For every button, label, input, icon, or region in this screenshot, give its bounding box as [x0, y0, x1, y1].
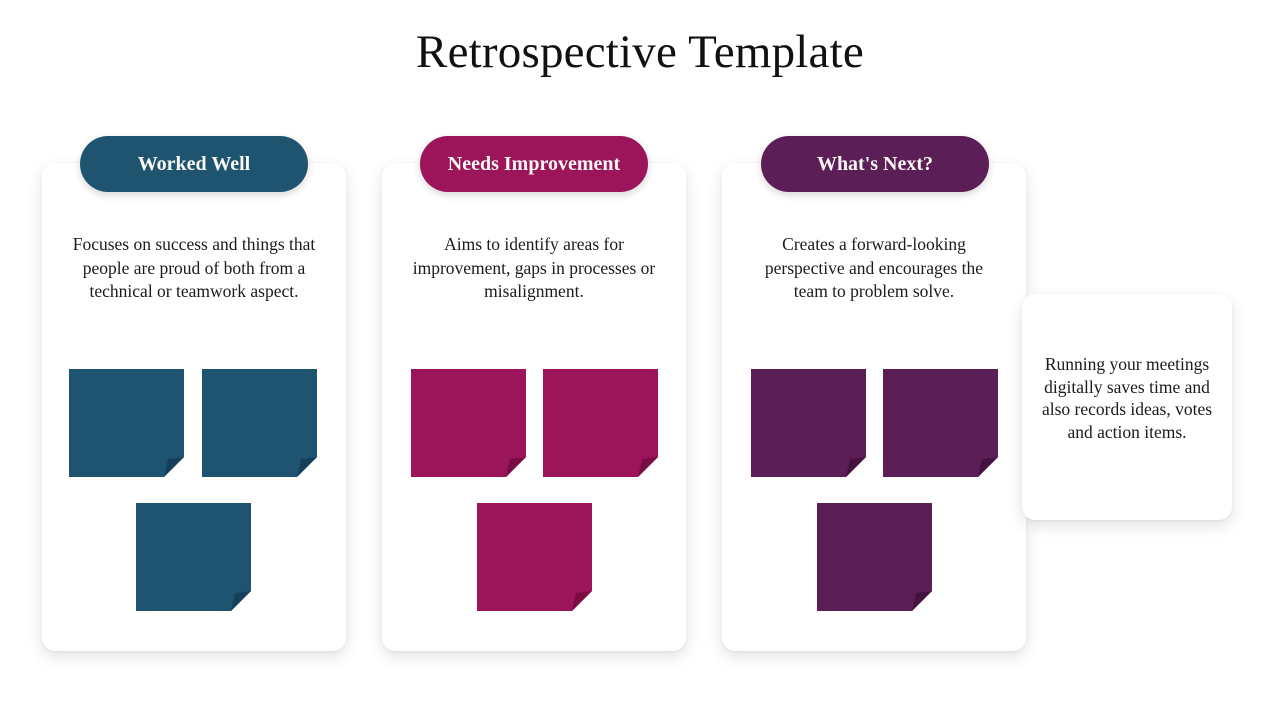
- sticky-note-icon: [817, 503, 932, 611]
- sticky-note-icon: [202, 369, 317, 477]
- sticky-note-icon: [477, 503, 592, 611]
- sticky-note[interactable]: [69, 369, 184, 477]
- sticky-note-icon: [136, 503, 251, 611]
- sticky-note[interactable]: [477, 503, 592, 611]
- card-description-worked-well: Focuses on success and things that peopl…: [72, 234, 316, 301]
- sticky-note-body: [543, 369, 658, 477]
- sticky-note-body: [69, 369, 184, 477]
- header-pill-whats-next[interactable]: What's Next?: [761, 136, 989, 192]
- page-title: Retrospective Template: [416, 26, 864, 78]
- sticky-note-icon: [883, 369, 998, 477]
- card-description-whats-next: Creates a forward-looking perspective an…: [764, 234, 984, 301]
- sticky-note-body: [477, 503, 592, 611]
- header-pill-label-whats-next: What's Next?: [816, 152, 934, 175]
- slide-canvas: Retrospective Template Running your meet…: [0, 0, 1280, 720]
- side-note-text: Running your meetings digitally saves ti…: [1041, 354, 1213, 442]
- sticky-note[interactable]: [202, 369, 317, 477]
- sticky-note-body: [202, 369, 317, 477]
- sticky-note-icon: [751, 369, 866, 477]
- card-description-needs-improvement: Aims to identify areas for improvement, …: [412, 234, 656, 301]
- sticky-note-body: [411, 369, 526, 477]
- sticky-note-body: [751, 369, 866, 477]
- sticky-note[interactable]: [883, 369, 998, 477]
- sticky-note[interactable]: [817, 503, 932, 611]
- sticky-note[interactable]: [751, 369, 866, 477]
- sticky-note-icon: [69, 369, 184, 477]
- header-pill-worked-well[interactable]: Worked Well: [80, 136, 308, 192]
- sticky-note-body: [883, 369, 998, 477]
- sticky-note[interactable]: [543, 369, 658, 477]
- sticky-note[interactable]: [411, 369, 526, 477]
- sticky-note[interactable]: [136, 503, 251, 611]
- sticky-note-body: [817, 503, 932, 611]
- header-pill-label-worked-well: Worked Well: [137, 152, 251, 175]
- sticky-note-icon: [543, 369, 658, 477]
- header-pill-needs-improvement[interactable]: Needs Improvement: [420, 136, 648, 192]
- sticky-note-body: [136, 503, 251, 611]
- header-pill-label-needs-improvement: Needs Improvement: [447, 152, 621, 175]
- sticky-note-icon: [411, 369, 526, 477]
